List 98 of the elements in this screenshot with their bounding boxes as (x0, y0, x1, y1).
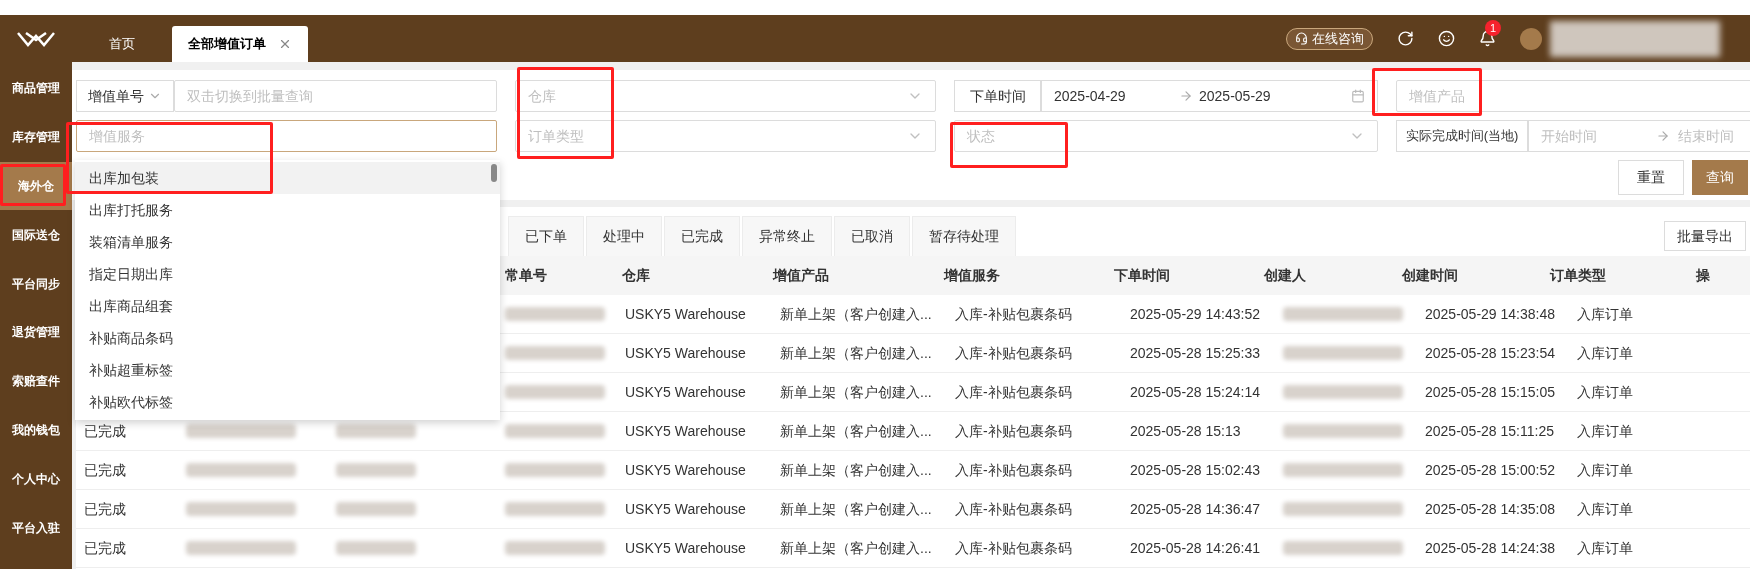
table-cell: 已完成 (84, 500, 126, 517)
table-cell: 入库订单 (1577, 539, 1633, 556)
avatar[interactable] (1520, 27, 1542, 50)
table-cell: 入库订单 (1577, 500, 1633, 517)
sidebar-item[interactable]: 平台同步 (0, 259, 72, 308)
page-tab[interactable]: 全部增值订单 (172, 26, 308, 62)
table-cell: 2025-05-28 15:25:33 (1130, 344, 1260, 361)
sidebar-item[interactable]: 库存管理 (0, 112, 72, 162)
table-cell: 入库订单 (1577, 383, 1633, 400)
table-cell: USKY5 Warehouse (625, 461, 746, 478)
table-cell: 2025-05-29 14:38:48 (1425, 305, 1555, 322)
calendar-icon (1351, 89, 1365, 103)
table-cell: 新单上架（客户创建入... (780, 383, 932, 400)
table-cell: 2025-05-28 14:24:38 (1425, 539, 1555, 556)
table-cell: 入库订单 (1577, 344, 1633, 361)
date-range-field[interactable]: 2025-04-29 2025-05-29 (1041, 80, 1378, 112)
order-time-label: 下单时间 (954, 80, 1041, 112)
export-button[interactable]: 批量导出 (1664, 221, 1746, 251)
table-cell: 2025-05-28 15:23:54 (1425, 344, 1555, 361)
status-tab[interactable]: 已完成 (664, 216, 740, 256)
table-cell: 新单上架（客户创建入... (780, 344, 932, 361)
table-cell: 入库-补贴包裹条码 (955, 539, 1072, 556)
table-cell: USKY5 Warehouse (625, 500, 746, 517)
column-header: 下单时间 (1113, 266, 1172, 285)
notification-badge: 1 (1485, 20, 1501, 36)
table-cell: 2025-05-28 14:26:41 (1130, 539, 1260, 556)
table-cell: 2025-05-28 15:02:43 (1130, 461, 1260, 478)
online-consult-button[interactable]: 在线咨询 (1286, 27, 1373, 50)
table-cell: USKY5 Warehouse (625, 305, 746, 322)
table-cell: 入库-补贴包裹条码 (955, 383, 1072, 400)
table-cell: 2025-05-29 14:43:52 (1130, 305, 1260, 322)
table-cell: 2025-05-28 15:00:52 (1425, 461, 1555, 478)
table-cell: 新单上架（客户创建入... (780, 461, 932, 478)
table-cell: USKY5 Warehouse (625, 539, 746, 556)
logo-icon (16, 29, 56, 48)
table-cell: 2025-05-28 15:13 (1130, 422, 1241, 439)
table-cell: 入库-补贴包裹条码 (955, 500, 1072, 517)
status-tab[interactable]: 已取消 (834, 216, 910, 256)
table-cell: 新单上架（客户创建入... (780, 305, 932, 322)
table-cell: USKY5 Warehouse (625, 422, 746, 439)
dropdown-option[interactable]: 出库商品组套 (75, 290, 500, 322)
table-cell: 入库-补贴包裹条码 (955, 305, 1072, 322)
table-cell: 入库-补贴包裹条码 (955, 422, 1072, 439)
column-header: 创建人 (1262, 266, 1307, 285)
search-button[interactable]: 查询 (1692, 160, 1748, 195)
dropdown-option[interactable]: 补贴商品条码 (75, 322, 500, 354)
close-icon[interactable] (278, 37, 292, 51)
dropdown-option[interactable]: 指定日期出库 (75, 258, 500, 290)
column-header: 增值产品 (771, 266, 831, 285)
sidebar-item[interactable]: 退货管理 (0, 308, 72, 357)
status-tab[interactable]: 异常终止 (742, 216, 832, 256)
table-cell: 新单上架（客户创建入... (780, 422, 932, 439)
column-header: 操 (1695, 266, 1712, 285)
column-header: 订单类型 (1548, 266, 1608, 285)
smile-icon[interactable] (1438, 30, 1455, 47)
refresh-icon[interactable] (1397, 30, 1414, 47)
table-cell: 2025-05-28 15:24:14 (1130, 383, 1260, 400)
table-cell: 2025-05-28 15:11:25 (1425, 422, 1554, 439)
column-header: 常单号 (504, 266, 548, 285)
sidebar-item[interactable]: 商品管理 (0, 64, 72, 113)
dropdown-option[interactable]: 出库打托服务 (75, 194, 500, 226)
sidebar-item[interactable]: 索赔查件 (0, 356, 72, 406)
dropdown-option[interactable]: 装箱清单服务 (75, 226, 500, 258)
table-cell: 入库订单 (1577, 305, 1633, 322)
column-header: 创建时间 (1401, 266, 1459, 285)
column-header: 仓库 (621, 266, 652, 285)
sidebar-item[interactable]: 平台入驻 (0, 503, 72, 552)
scrollbar-thumb[interactable] (491, 164, 497, 182)
table-cell: 入库-补贴包裹条码 (955, 344, 1072, 361)
number-type-select[interactable]: 增值单号 (76, 80, 174, 112)
status-tab[interactable]: 暂存待处理 (912, 216, 1016, 256)
table-cell: 入库-补贴包裹条码 (955, 461, 1072, 478)
table-cell: 2025-05-28 14:36:47 (1130, 500, 1260, 517)
column-header: 增值服务 (942, 266, 1001, 285)
sidebar-item[interactable]: 国际送仓 (0, 210, 72, 260)
bell-icon[interactable] (1479, 30, 1496, 47)
sidebar-item[interactable]: 个人中心 (0, 454, 72, 504)
table-cell: 新单上架（客户创建入... (780, 500, 932, 517)
headset-icon (1295, 32, 1308, 45)
table-cell: 已完成 (84, 461, 126, 478)
table-cell: USKY5 Warehouse (625, 344, 746, 361)
status-tab[interactable]: 处理中 (586, 216, 662, 256)
status-tab[interactable]: 已下单 (508, 216, 584, 256)
table-cell: 已完成 (84, 539, 126, 556)
table-cell: 已完成 (84, 422, 126, 439)
table-cell: 新单上架（客户创建入... (780, 539, 932, 556)
sidebar-item[interactable]: 我的钱包 (0, 405, 72, 455)
table-cell: 入库订单 (1577, 461, 1633, 478)
dropdown-option[interactable]: 补贴超重标签 (75, 354, 500, 386)
table-cell: 2025-05-28 14:35:08 (1425, 500, 1555, 517)
page-tab[interactable]: 首页 (72, 26, 172, 62)
table-cell: 2025-05-28 15:15:05 (1425, 383, 1555, 400)
dropdown-option[interactable]: 补贴欧代标签 (75, 386, 500, 418)
reset-button[interactable]: 重置 (1618, 160, 1684, 195)
completion-time-label: 实际完成时间(当地) (1396, 120, 1528, 152)
table-cell: USKY5 Warehouse (625, 383, 746, 400)
table-cell: 入库订单 (1577, 422, 1633, 439)
dropdown-option[interactable]: 出库加包装 (75, 162, 500, 194)
